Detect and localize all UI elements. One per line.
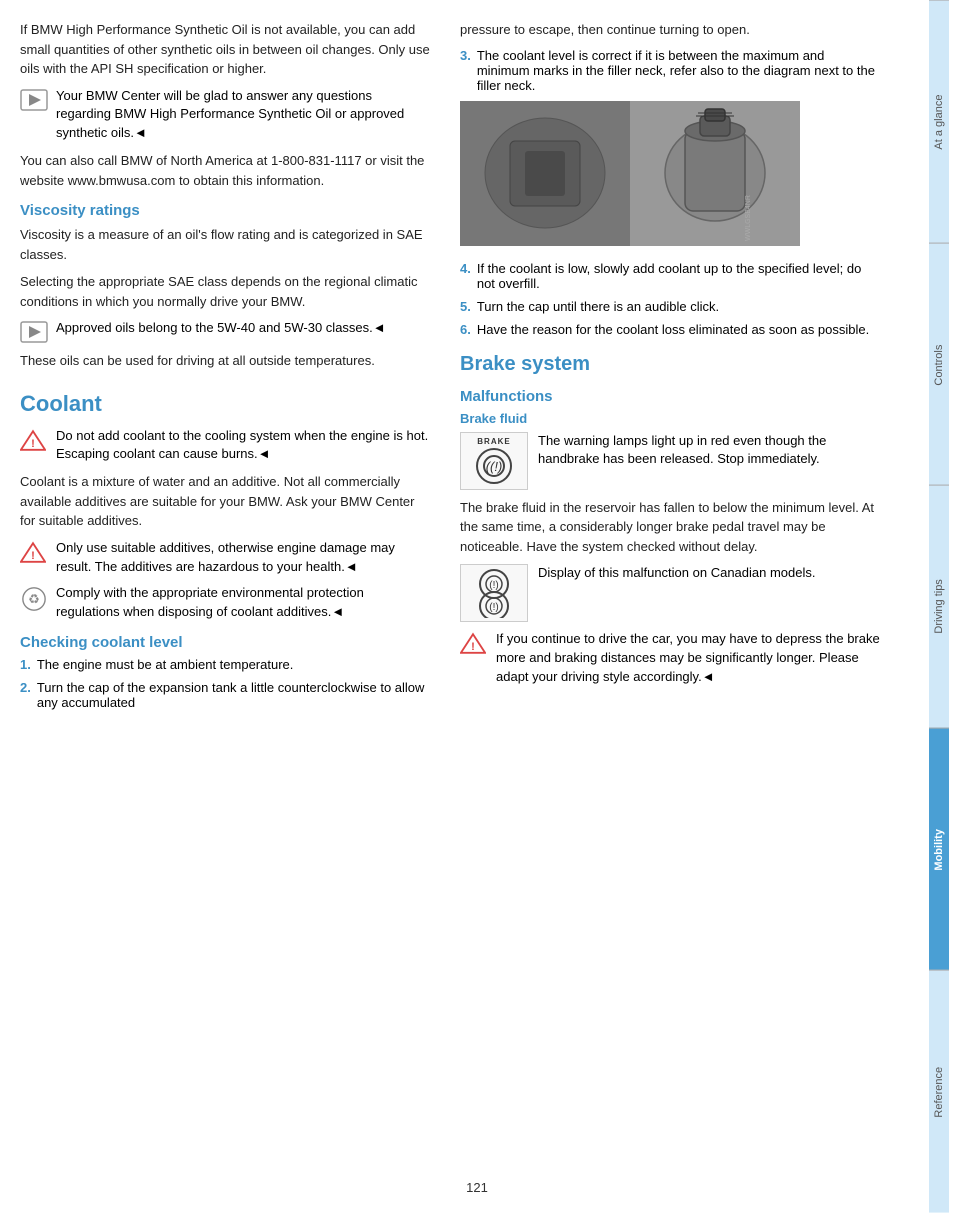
warning-triangle-1: ! xyxy=(20,429,48,453)
final-warning-text: If you continue to drive the car, you ma… xyxy=(496,630,880,687)
step-2-num: 2. xyxy=(20,680,31,710)
note-text-1: Your BMW Center will be glad to answer a… xyxy=(56,87,430,144)
svg-text:WWLGSB4NR: WWLGSB4NR xyxy=(745,195,752,241)
step2-continued: pressure to escape, then continue turnin… xyxy=(460,20,880,40)
page-number: 121 xyxy=(466,1180,488,1195)
coolant-env-text: Comply with the appropriate environmenta… xyxy=(56,584,430,622)
svg-text:!: ! xyxy=(31,438,35,450)
canadian-row: (!) (!) Display of this malfunction on C… xyxy=(460,564,880,622)
sidebar-tab-driving-tips-label: Driving tips xyxy=(933,580,945,634)
brake-circle-svg: ((!) xyxy=(474,446,514,484)
warning-triangle-final: ! xyxy=(460,632,488,656)
play-icon-2 xyxy=(20,321,48,343)
step-5-text: Turn the cap until there is an audible c… xyxy=(477,299,719,314)
step-6-text: Have the reason for the coolant loss eli… xyxy=(477,322,869,337)
coolant-warning-text-2: Only use suitable additives, otherwise e… xyxy=(56,539,430,577)
coolant-diagram: WWLGSB4NR xyxy=(460,101,800,246)
viscosity-text1: Viscosity is a measure of an oil's flow … xyxy=(20,225,430,264)
viscosity-heading: Viscosity ratings xyxy=(20,202,430,219)
main-content: If BMW High Performance Synthetic Oil is… xyxy=(0,0,924,1213)
step-2: 2. Turn the cap of the expansion tank a … xyxy=(20,680,430,710)
viscosity-text3: These oils can be used for driving at al… xyxy=(20,351,430,371)
canadian-icon: (!) (!) xyxy=(460,564,528,622)
svg-text:!: ! xyxy=(31,550,35,562)
coolant-warning-box-2: ! Only use suitable additives, otherwise… xyxy=(20,539,430,577)
warning-triangle-2: ! xyxy=(20,541,48,565)
sidebar-tab-controls-label: Controls xyxy=(933,344,945,385)
coolant-env-box: ♻ Comply with the appropriate environmen… xyxy=(20,584,430,622)
coolant-section: Coolant ! Do not add coolant to the cool… xyxy=(20,391,430,711)
coolant-image: WWLGSB4NR xyxy=(460,101,880,249)
brake-fluid-heading: Brake fluid xyxy=(460,411,880,426)
step-5: 5. Turn the cap until there is an audibl… xyxy=(460,299,880,314)
step-4: 4. If the coolant is low, slowly add coo… xyxy=(460,261,880,291)
sidebar-tab-mobility-label: Mobility xyxy=(933,829,945,871)
step-5-num: 5. xyxy=(460,299,471,314)
play-icon-1 xyxy=(20,89,48,111)
right-column: pressure to escape, then continue turnin… xyxy=(450,20,880,1193)
sidebar-tab-reference-label: Reference xyxy=(933,1067,945,1118)
brake-label: BRAKE xyxy=(477,437,510,446)
step-3-num: 3. xyxy=(460,48,471,93)
svg-text:(!): (!) xyxy=(489,580,498,591)
sidebar: At a glance Controls Driving tips Mobili… xyxy=(924,0,954,1213)
brake-warning-icon: BRAKE ((!) xyxy=(460,432,528,490)
coolant-warning-box: ! Do not add coolant to the cooling syst… xyxy=(20,427,430,465)
brake-fluid-text: The brake fluid in the reservoir has fal… xyxy=(460,498,880,557)
coolant-warning-text: Do not add coolant to the cooling system… xyxy=(56,427,430,465)
step-1-text: The engine must be at ambient temperatur… xyxy=(37,657,294,672)
checking-heading: Checking coolant level xyxy=(20,634,430,651)
coolant-text1: Coolant is a mixture of water and an add… xyxy=(20,472,430,531)
call-text: You can also call BMW of North America a… xyxy=(20,151,430,190)
svg-text:(!): (!) xyxy=(489,602,498,613)
step-2-text: Turn the cap of the expansion tank a lit… xyxy=(37,680,430,710)
page-container: If BMW High Performance Synthetic Oil is… xyxy=(0,0,954,1213)
sidebar-tab-reference[interactable]: Reference xyxy=(929,970,949,1213)
viscosity-text2: Selecting the appropriate SAE class depe… xyxy=(20,272,430,311)
brake-fluid-row: BRAKE ((!) The warning lamps light up in… xyxy=(460,432,880,490)
step-1-num: 1. xyxy=(20,657,31,672)
step-4-num: 4. xyxy=(460,261,471,291)
final-warning-box: ! If you continue to drive the car, you … xyxy=(460,630,880,687)
malfunctions-heading: Malfunctions xyxy=(460,388,880,405)
step-1: 1. The engine must be at ambient tempera… xyxy=(20,657,430,672)
sidebar-tab-at-a-glance-label: At a glance xyxy=(933,94,945,149)
recycle-icon: ♻ xyxy=(20,586,48,610)
sidebar-tab-controls[interactable]: Controls xyxy=(929,243,949,486)
sidebar-tab-mobility[interactable]: Mobility xyxy=(929,728,949,971)
step-6-num: 6. xyxy=(460,322,471,337)
svg-text:♻: ♻ xyxy=(28,592,40,607)
canadian-text: Display of this malfunction on Canadian … xyxy=(538,564,880,583)
step-4-text: If the coolant is low, slowly add coolan… xyxy=(477,261,880,291)
canadian-brake-svg: (!) (!) xyxy=(474,568,514,618)
note-box-2: Approved oils belong to the 5W-40 and 5W… xyxy=(20,319,430,343)
sidebar-tab-at-a-glance[interactable]: At a glance xyxy=(929,0,949,243)
left-column: If BMW High Performance Synthetic Oil is… xyxy=(20,20,450,1193)
coolant-title: Coolant xyxy=(20,391,430,417)
note-box-1: Your BMW Center will be glad to answer a… xyxy=(20,87,430,144)
sidebar-tab-driving-tips[interactable]: Driving tips xyxy=(929,485,949,728)
svg-text:((!): ((!) xyxy=(486,459,503,474)
brake-system-title: Brake system xyxy=(460,353,880,376)
svg-text:!: ! xyxy=(471,641,475,653)
step-3: 3. The coolant level is correct if it is… xyxy=(460,48,880,93)
step-3-text: The coolant level is correct if it is be… xyxy=(477,48,880,93)
note-text-2: Approved oils belong to the 5W-40 and 5W… xyxy=(56,319,430,338)
brake-fluid-warning-text: The warning lamps light up in red even t… xyxy=(538,432,880,470)
step-6: 6. Have the reason for the coolant loss … xyxy=(460,322,880,337)
intro-text: If BMW High Performance Synthetic Oil is… xyxy=(20,20,430,79)
